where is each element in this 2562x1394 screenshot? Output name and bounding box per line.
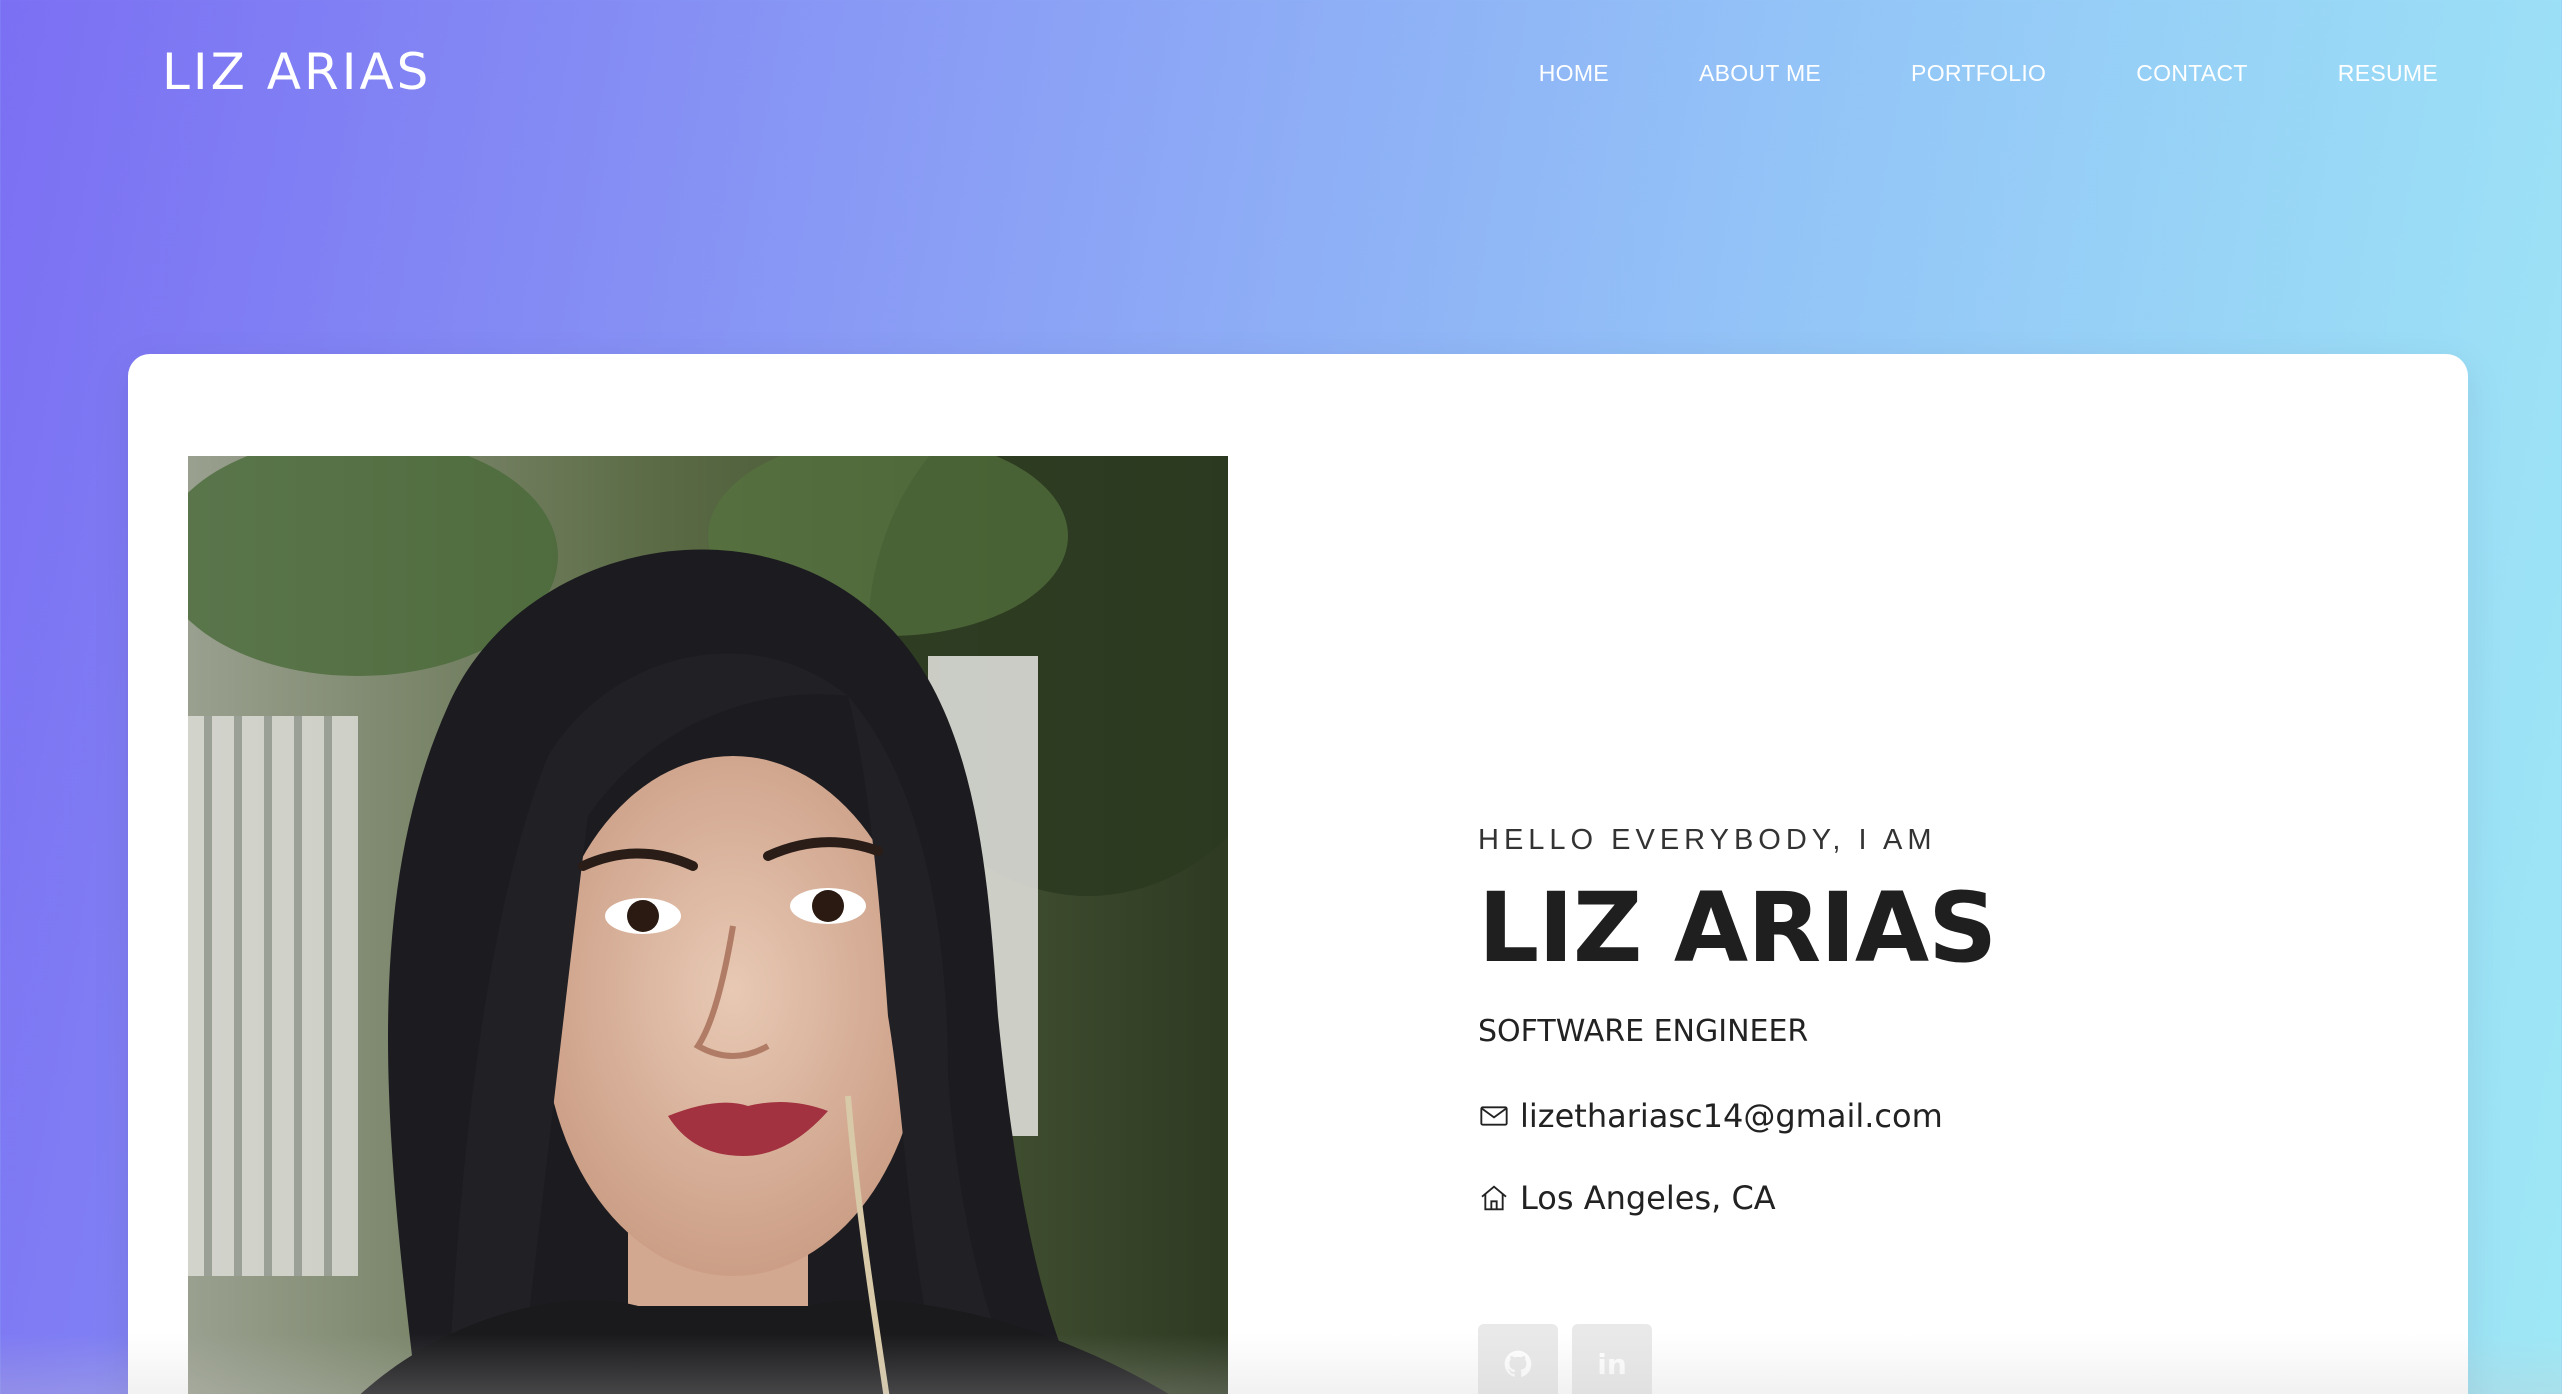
nav-contact[interactable]: CONTACT (2136, 58, 2248, 88)
home-icon (1481, 1185, 1507, 1211)
profile-photo (188, 456, 1228, 1394)
nav-portfolio[interactable]: PORTFOLIO (1911, 58, 2046, 88)
profile-card: HELLO EVERYBODY, I AM LIZ ARIAS SOFTWARE… (128, 354, 2468, 1394)
email-text[interactable]: lizethariasc14@gmail.com (1520, 1094, 1943, 1138)
email-row[interactable]: lizethariasc14@gmail.com (1478, 1094, 2378, 1138)
main-nav: HOME ABOUT ME PORTFOLIO CONTACT RESUME (1539, 58, 2438, 88)
mail-icon (1480, 1106, 1508, 1126)
site-logo[interactable]: LIZ ARIAS (162, 44, 431, 100)
social-links: in (1478, 1324, 1652, 1394)
linkedin-icon: in (1597, 1347, 1627, 1381)
site-header: LIZ ARIAS HOME ABOUT ME PORTFOLIO CONTAC… (0, 0, 2562, 150)
github-icon (1504, 1350, 1532, 1377)
nav-resume[interactable]: RESUME (2338, 58, 2438, 88)
location-row: Los Angeles, CA (1478, 1176, 2378, 1220)
greeting-text: HELLO EVERYBODY, I AM (1478, 824, 1937, 856)
nav-about-me[interactable]: ABOUT ME (1699, 58, 1821, 88)
github-button[interactable] (1478, 1324, 1558, 1394)
nav-home[interactable]: HOME (1539, 58, 1609, 88)
hero-name: LIZ ARIAS (1478, 872, 1997, 984)
location-text: Los Angeles, CA (1520, 1179, 1776, 1217)
linkedin-button[interactable]: in (1572, 1324, 1652, 1394)
hero-intro: HELLO EVERYBODY, I AM LIZ ARIAS SOFTWARE… (1478, 820, 2378, 1220)
hero-role: SOFTWARE ENGINEER (1478, 1014, 1809, 1049)
